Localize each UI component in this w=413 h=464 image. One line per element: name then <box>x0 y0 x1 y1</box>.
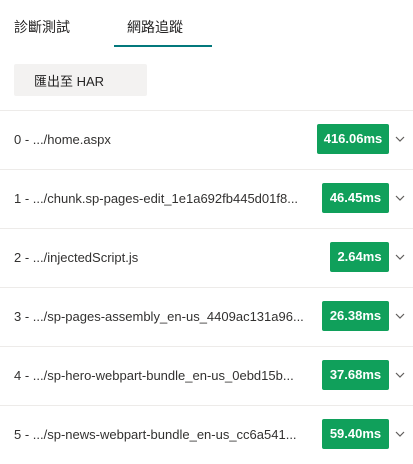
request-row[interactable]: 1 - .../chunk.sp-pages-edit_1e1a692fb445… <box>0 169 413 228</box>
duration-badge: 59.40ms <box>322 419 389 449</box>
duration-badge: 416.06ms <box>317 124 389 154</box>
request-row[interactable]: 3 - .../sp-pages-assembly_en-us_4409ac13… <box>0 287 413 346</box>
request-row[interactable]: 5 - .../sp-news-webpart-bundle_en-us_cc6… <box>0 405 413 464</box>
chevron-down-icon[interactable] <box>394 251 406 263</box>
selected-tab-indicator <box>114 45 212 47</box>
duration-badge: 37.68ms <box>322 360 389 390</box>
request-row[interactable]: 0 - .../home.aspx 416.06ms <box>0 110 413 169</box>
request-label: 4 - .../sp-hero-webpart-bundle_en-us_0eb… <box>14 368 294 383</box>
request-label: 3 - .../sp-pages-assembly_en-us_4409ac13… <box>14 309 304 324</box>
duration-badge: 2.64ms <box>330 242 389 272</box>
chevron-down-icon[interactable] <box>394 428 406 440</box>
chevron-down-icon[interactable] <box>394 133 406 145</box>
request-row[interactable]: 4 - .../sp-hero-webpart-bundle_en-us_0eb… <box>0 346 413 405</box>
chevron-down-icon[interactable] <box>394 192 406 204</box>
tab-network-trace[interactable]: 網路追蹤 <box>127 17 183 37</box>
request-row[interactable]: 2 - .../injectedScript.js 2.64ms <box>0 228 413 287</box>
tab-bar: 診斷測試 網路追蹤 <box>0 0 413 52</box>
request-label: 0 - .../home.aspx <box>14 132 111 147</box>
chevron-down-icon[interactable] <box>394 310 406 322</box>
export-har-button[interactable]: 匯出至 HAR <box>14 64 147 96</box>
chevron-down-icon[interactable] <box>394 369 406 381</box>
request-label: 2 - .../injectedScript.js <box>14 250 139 265</box>
request-label: 1 - .../chunk.sp-pages-edit_1e1a692fb445… <box>14 191 299 206</box>
request-label: 5 - .../sp-news-webpart-bundle_en-us_cc6… <box>14 427 297 442</box>
duration-badge: 46.45ms <box>322 183 389 213</box>
request-list: 0 - .../home.aspx 416.06ms 1 - .../chunk… <box>0 110 413 464</box>
tab-diagnostics[interactable]: 診斷測試 <box>14 17 70 37</box>
duration-badge: 26.38ms <box>322 301 389 331</box>
